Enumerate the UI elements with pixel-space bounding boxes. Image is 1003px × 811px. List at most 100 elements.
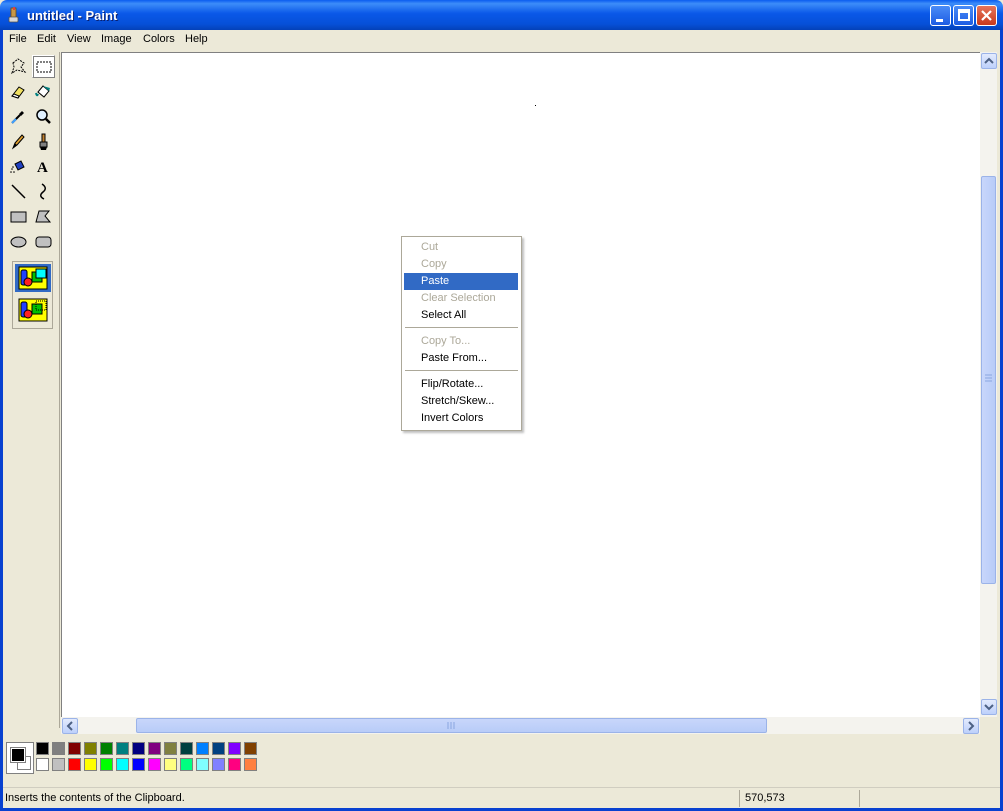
scrollbar-corner [980,717,997,734]
color-swatch[interactable] [180,742,193,755]
color-swatch[interactable] [196,742,209,755]
menu-item-select-all[interactable]: Select All [404,307,518,324]
paint-app-icon[interactable] [6,7,22,23]
color-swatch[interactable] [196,758,209,771]
menu-help[interactable]: Help [185,33,208,45]
vertical-scroll-thumb[interactable] [981,176,996,584]
close-button[interactable] [976,5,997,26]
close-icon [981,10,992,21]
status-divider [739,790,740,807]
canvas-pixel [535,105,536,106]
menu-item-clear-selection[interactable]: Clear Selection [404,290,518,307]
horizontal-scrollbar[interactable] [61,717,980,734]
status-divider [859,790,860,807]
color-swatch[interactable] [100,742,113,755]
menu-item-copy-to[interactable]: Copy To... [404,333,518,350]
line-icon[interactable] [7,180,30,203]
magnifier-icon[interactable] [32,105,55,128]
menu-bar: File Edit View Image Colors Help [3,30,1000,49]
color-swatch[interactable] [52,742,65,755]
menu-item-flip-rotate[interactable]: Flip/Rotate... [404,376,518,393]
opaque-selection-icon[interactable] [15,264,51,292]
scroll-down-button[interactable] [981,699,997,715]
color-swatch[interactable] [52,758,65,771]
color-swatch[interactable] [36,742,49,755]
pencil-icon[interactable] [7,130,30,153]
color-swatch[interactable] [244,758,257,771]
eraser-icon[interactable] [7,80,30,103]
color-swatch[interactable] [164,758,177,771]
minimize-icon [936,19,943,22]
color-swatch[interactable] [132,742,145,755]
maximize-button[interactable] [953,5,974,26]
color-swatch[interactable] [68,758,81,771]
color-swatch[interactable] [36,758,49,771]
color-box [3,737,997,781]
menu-item-copy[interactable]: Copy [404,256,518,273]
color-swatch[interactable] [228,758,241,771]
chevron-left-icon [66,721,73,731]
color-swatch[interactable] [180,758,193,771]
curve-icon[interactable] [32,180,55,203]
menu-image[interactable]: Image [101,33,132,45]
color-swatch[interactable] [212,742,225,755]
scroll-up-button[interactable] [981,53,997,69]
transparent-selection-icon[interactable] [15,296,51,324]
minimize-button[interactable] [930,5,951,26]
chevron-down-icon [984,704,994,711]
rectangle-icon[interactable] [7,205,30,228]
polygon-icon[interactable] [32,205,55,228]
color-swatch[interactable] [148,742,161,755]
vertical-scrollbar[interactable] [980,52,997,717]
menu-colors[interactable]: Colors [143,33,175,45]
menu-file[interactable]: File [9,33,27,45]
menu-item-paste[interactable]: Paste [404,273,518,290]
text-icon[interactable]: A [32,155,55,178]
color-swatch[interactable] [84,742,97,755]
context-menu: Cut Copy Paste Clear Selection Select Al… [401,236,522,431]
color-swatch[interactable] [148,758,161,771]
menu-view[interactable]: View [67,33,91,45]
color-swatch[interactable] [228,742,241,755]
ellipse-icon[interactable] [7,230,30,253]
pick-color-icon[interactable] [7,105,30,128]
paint-window: untitled - Paint File Edit View Image Co… [0,0,1003,811]
scroll-left-button[interactable] [62,718,78,734]
svg-text:A: A [37,160,48,176]
color-swatch[interactable] [84,758,97,771]
color-swatch[interactable] [68,742,81,755]
free-form-select-icon[interactable] [7,55,30,78]
foreground-color [10,747,26,763]
menu-item-stretch-skew[interactable]: Stretch/Skew... [404,393,518,410]
color-swatch[interactable] [116,742,129,755]
title-bar[interactable]: untitled - Paint [0,0,1003,30]
menu-separator [405,370,518,371]
menu-separator [405,327,518,328]
color-swatch[interactable] [164,742,177,755]
scroll-right-button[interactable] [963,718,979,734]
color-swatch[interactable] [212,758,225,771]
color-swatch[interactable] [100,758,113,771]
fill-bucket-icon[interactable] [32,80,55,103]
chevron-up-icon [984,57,994,64]
rounded-rectangle-icon[interactable] [32,230,55,253]
chevron-right-icon [968,721,975,731]
color-swatch[interactable] [132,758,145,771]
airbrush-icon[interactable] [7,155,30,178]
brush-icon[interactable] [32,130,55,153]
horizontal-scroll-thumb[interactable] [136,718,767,733]
tool-options-panel [12,261,53,329]
status-bar: Inserts the contents of the Clipboard. 5… [3,787,1000,808]
select-icon[interactable] [32,55,55,78]
current-colors[interactable] [6,742,34,774]
color-swatch[interactable] [244,742,257,755]
menu-item-paste-from[interactable]: Paste From... [404,350,518,367]
menu-item-cut[interactable]: Cut [404,239,518,256]
menu-item-invert-colors[interactable]: Invert Colors [404,410,518,427]
cursor-coordinates: 570,573 [745,792,785,804]
status-message: Inserts the contents of the Clipboard. [5,792,185,804]
window-title: untitled - Paint [27,8,118,23]
toolbox: A [3,52,60,728]
menu-edit[interactable]: Edit [37,33,56,45]
color-swatch[interactable] [116,758,129,771]
